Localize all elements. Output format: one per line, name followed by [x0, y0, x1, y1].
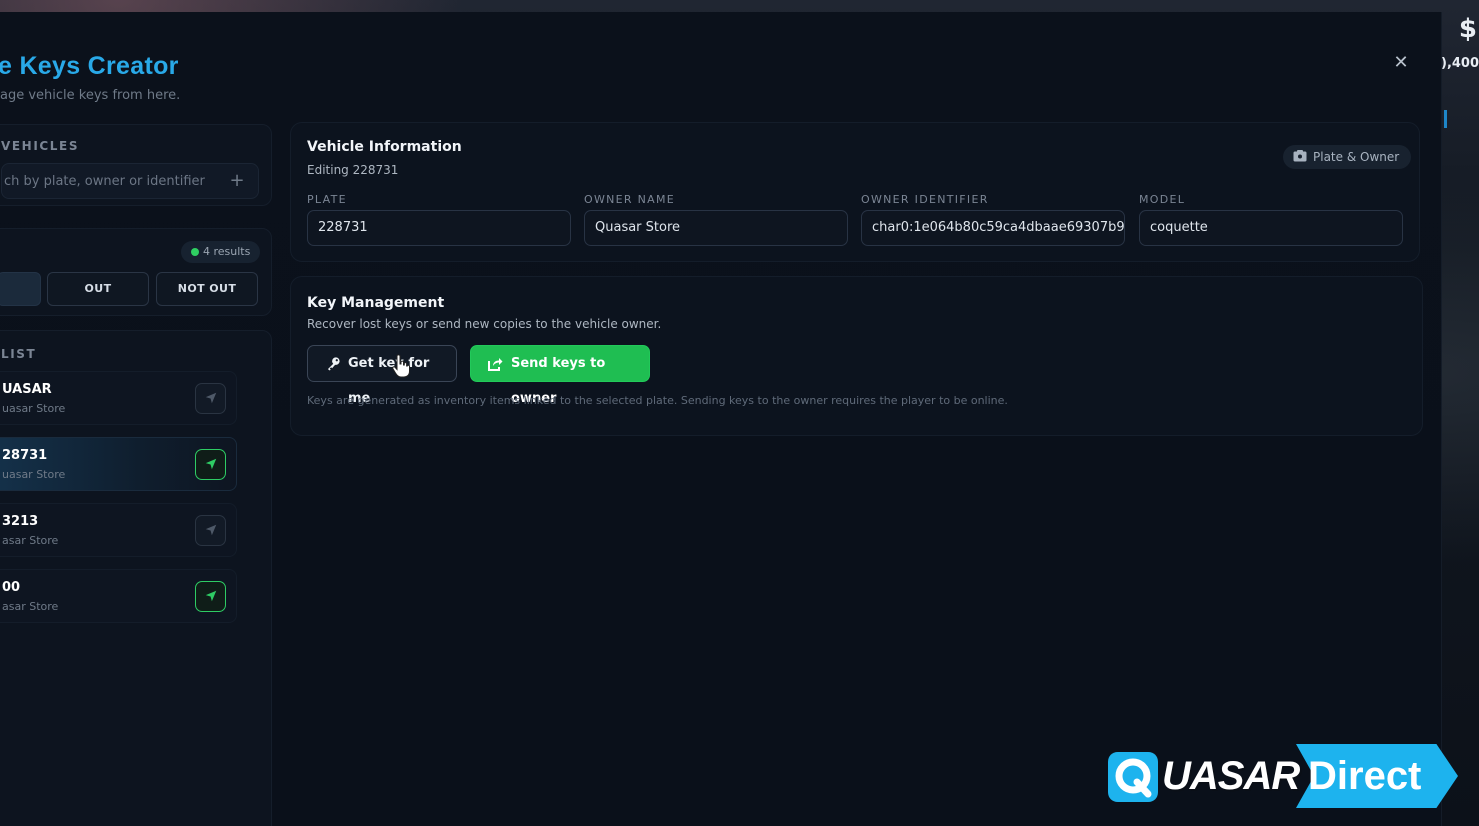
vehicle-plate: 00	[2, 580, 21, 595]
results-badge: 4 results	[181, 241, 261, 263]
get-key-button[interactable]: Get key for me	[307, 345, 457, 406]
owner-identifier-field[interactable]: char0:1e064b80c59ca4dbaae69307b9d2a	[861, 210, 1125, 246]
vehicle-info-title: Vehicle Information	[307, 139, 462, 155]
vehicle-plate: 3213	[2, 514, 39, 529]
share-icon	[488, 358, 503, 371]
vehicle-plate: UASAR	[2, 382, 52, 397]
vehicle-list-card: LIST UASAR uasar Store 28731 uasar Store…	[0, 330, 272, 826]
locate-button[interactable]	[195, 581, 226, 612]
plate-field[interactable]: 228731	[307, 210, 571, 246]
locate-button[interactable]	[195, 383, 226, 414]
hud-money: ),400	[1441, 56, 1479, 71]
send-keys-button[interactable]: Send keys to owner	[470, 345, 650, 406]
navigation-arrow-icon	[205, 590, 216, 602]
list-item[interactable]: UASAR uasar Store	[0, 371, 237, 425]
owner-name-field[interactable]: Quasar Store	[584, 210, 848, 246]
vehicle-plate: 28731	[2, 448, 48, 463]
list-item[interactable]: 28731 uasar Store	[0, 437, 237, 491]
search-input[interactable]	[2, 164, 222, 198]
filter-all-button[interactable]	[0, 272, 41, 306]
list-item[interactable]: 3213 asar Store	[0, 503, 237, 557]
locate-button[interactable]	[195, 449, 226, 480]
vehicle-owner: uasar Store	[2, 402, 66, 415]
hud-status: $ ),400	[1441, 14, 1479, 128]
key-management-subtitle: Recover lost keys or send new copies to …	[307, 317, 662, 331]
vehicles-label: VEHICLES	[1, 139, 80, 153]
model-label: MODEL	[1139, 193, 1186, 206]
page-subtitle: age vehicle keys from here.	[0, 88, 181, 103]
navigation-arrow-icon	[205, 524, 216, 536]
key-icon	[327, 357, 340, 371]
logo-brand: UASAR	[1162, 754, 1300, 798]
filter-out-button[interactable]: OUT	[47, 272, 149, 306]
add-vehicle-button[interactable]: +	[226, 170, 248, 192]
quasar-direct-logo: UASAR Direct	[1104, 744, 1459, 810]
hud-glyph: $	[1458, 14, 1477, 44]
locate-button[interactable]	[195, 515, 226, 546]
owner-identifier-label: OWNER IDENTIFIER	[861, 193, 989, 206]
vehicles-search-card: VEHICLES +	[0, 124, 272, 206]
status-dot-icon	[191, 248, 199, 256]
filter-not-out-button[interactable]: NOT OUT	[156, 272, 258, 306]
quasar-q-logo-icon	[1108, 752, 1158, 802]
vehicle-owner: asar Store	[2, 600, 59, 613]
close-button[interactable]: ✕	[1390, 52, 1412, 74]
key-management-title: Key Management	[307, 295, 445, 311]
vehicle-owner: uasar Store	[2, 468, 66, 481]
filter-card: 4 results OUT NOT OUT	[0, 228, 272, 316]
sidebar: VEHICLES + 4 results OUT NOT OUT LIST UA…	[0, 120, 272, 826]
model-field[interactable]: coquette	[1139, 210, 1403, 246]
results-count: 4 results	[203, 245, 251, 258]
page-title: e Keys Creator	[0, 52, 179, 80]
list-item[interactable]: 00 asar Store	[0, 569, 237, 623]
search-box[interactable]: +	[1, 163, 259, 199]
hand-cursor-icon	[392, 354, 410, 378]
editing-label: Editing 228731	[307, 163, 399, 177]
logo-direct-text: Direct	[1308, 754, 1422, 798]
hud-bar	[1444, 110, 1447, 128]
keys-creator-panel: e Keys Creator age vehicle keys from her…	[0, 12, 1442, 826]
plate-owner-badge: Plate & Owner	[1283, 145, 1412, 169]
owner-name-label: OWNER NAME	[584, 193, 676, 206]
navigation-arrow-icon	[205, 458, 216, 470]
plate-label: PLATE	[307, 193, 347, 206]
list-label: LIST	[1, 347, 37, 361]
plate-owner-label: Plate & Owner	[1313, 150, 1400, 164]
navigation-arrow-icon	[205, 392, 216, 404]
id-card-icon	[1293, 150, 1307, 162]
vehicle-information-card: Vehicle Information Editing 228731 Plate…	[290, 122, 1420, 262]
key-management-card: Key Management Recover lost keys or send…	[290, 276, 1423, 436]
vehicle-owner: asar Store	[2, 534, 59, 547]
key-note: Keys are generated as inventory items li…	[307, 394, 1008, 407]
